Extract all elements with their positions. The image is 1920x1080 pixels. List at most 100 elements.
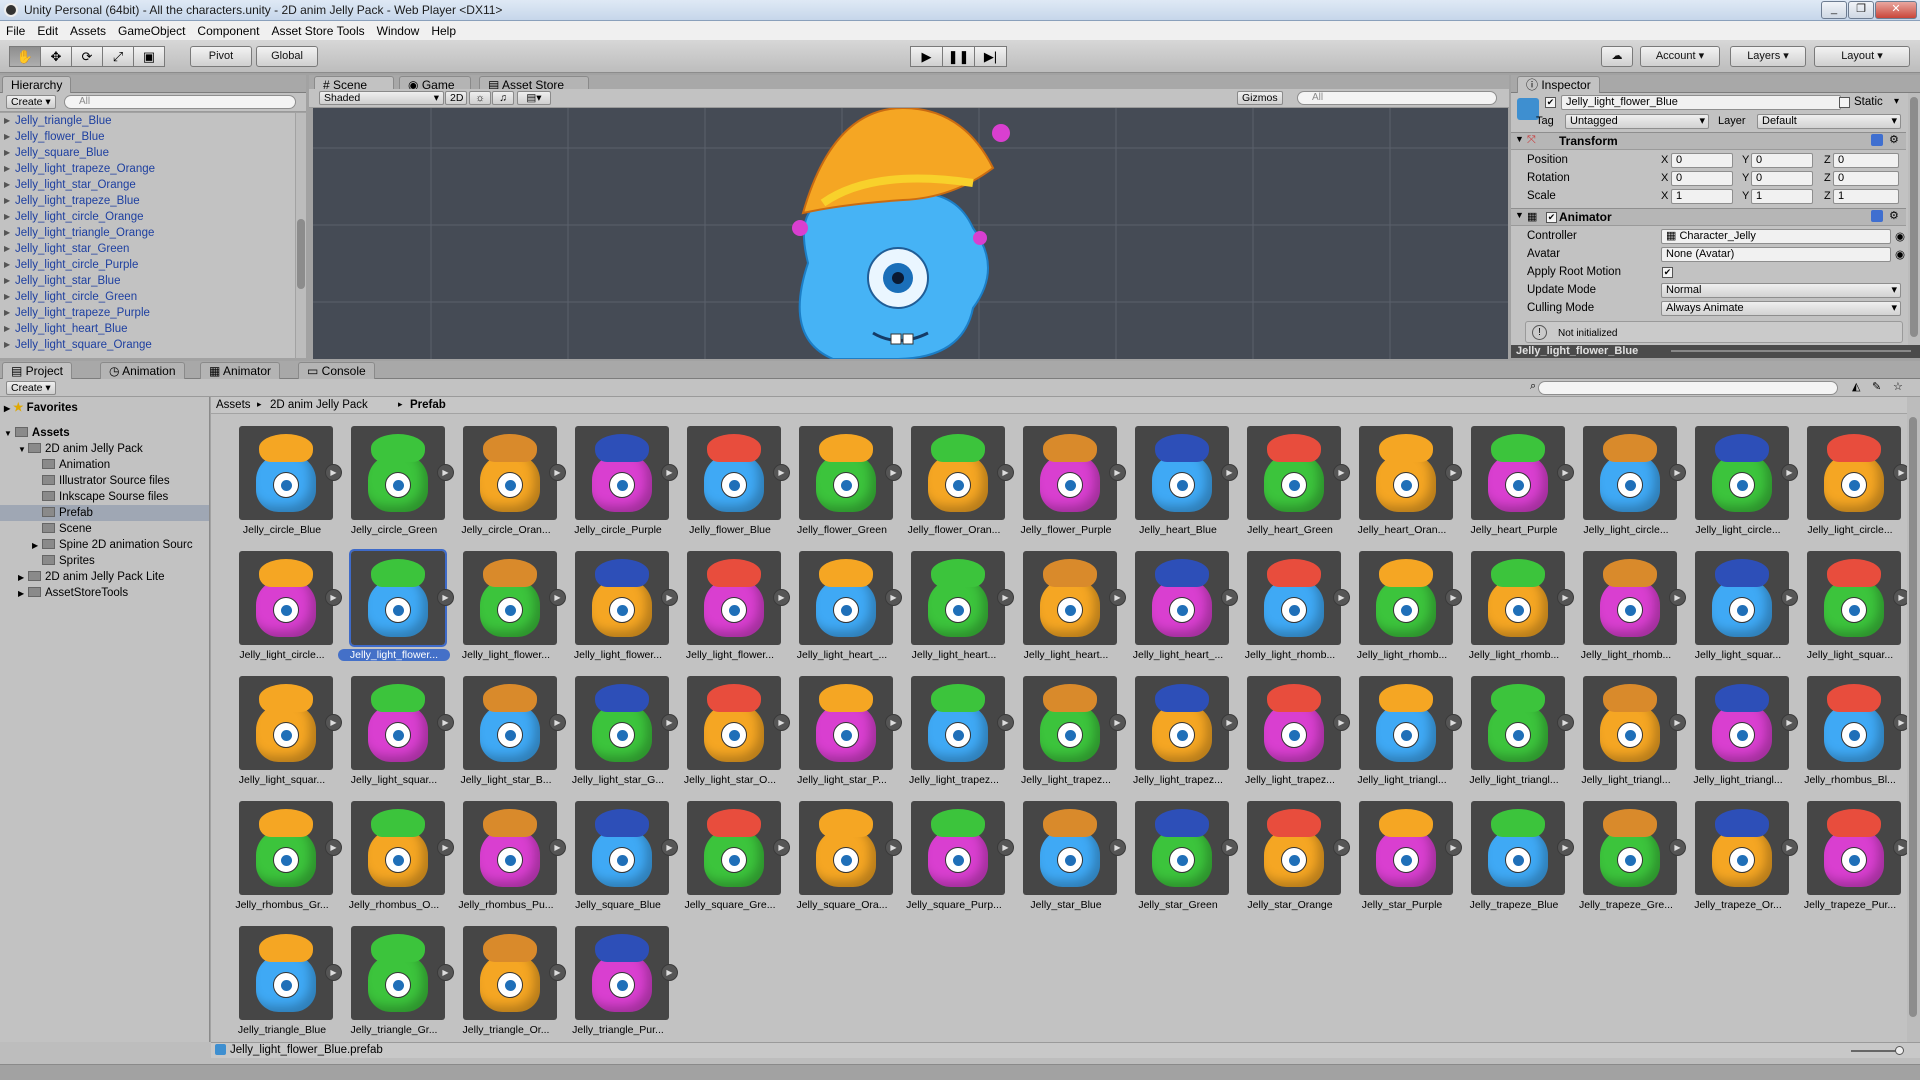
play-icon[interactable]: ▶ bbox=[910, 46, 943, 67]
hierarchy-scrollbar[interactable] bbox=[296, 113, 306, 358]
prefab-thumbnail[interactable] bbox=[463, 676, 557, 770]
prefab-item[interactable]: ▶ Jelly_rhombus_Gr... bbox=[226, 801, 342, 926]
scene-canvas[interactable] bbox=[313, 108, 1508, 359]
expand-icon[interactable]: ▼ bbox=[18, 442, 28, 458]
tab-animator[interactable]: ▦ Animator bbox=[200, 362, 281, 379]
prefab-item[interactable]: ▶ Jelly_light_heart_... bbox=[1122, 551, 1238, 676]
prefab-thumbnail[interactable] bbox=[1359, 676, 1453, 770]
hierarchy-search-input[interactable]: All bbox=[64, 95, 296, 109]
move-tool-icon[interactable]: ✥ bbox=[40, 46, 72, 67]
prefab-item[interactable]: ▶ Jelly_square_Purp... bbox=[898, 801, 1014, 926]
prefab-thumbnail[interactable] bbox=[1135, 426, 1229, 520]
help-icon[interactable] bbox=[1871, 134, 1883, 146]
prefab-item[interactable]: ▶ Jelly_circle_Green bbox=[338, 426, 454, 551]
prefab-item[interactable]: ▶ Jelly_light_heart... bbox=[1010, 551, 1126, 676]
prefab-item[interactable]: ▶ Jelly_light_circle... bbox=[1794, 426, 1907, 551]
folder-illustrator-source-files[interactable]: Illustrator Source files bbox=[0, 473, 209, 489]
expand-icon[interactable]: ▶ bbox=[18, 586, 28, 602]
prefab-item[interactable]: ▶ Jelly_circle_Purple bbox=[562, 426, 678, 551]
prefab-thumbnail[interactable] bbox=[687, 801, 781, 895]
layers-dropdown[interactable]: Layers ▾ bbox=[1730, 46, 1806, 67]
prefab-item[interactable]: ▶ Jelly_light_triangl... bbox=[1682, 676, 1798, 801]
position-z-field[interactable]: 0 bbox=[1833, 153, 1899, 168]
scrollbar-thumb[interactable] bbox=[297, 219, 305, 289]
prefab-item[interactable]: ▶ Jelly_light_triangl... bbox=[1458, 676, 1574, 801]
prefab-thumbnail[interactable] bbox=[1695, 551, 1789, 645]
prefab-thumbnail[interactable] bbox=[1471, 551, 1565, 645]
prefab-thumbnail[interactable] bbox=[1023, 676, 1117, 770]
prefab-thumbnail[interactable] bbox=[239, 426, 333, 520]
prefab-item[interactable]: ▶ Jelly_light_flower... bbox=[450, 551, 566, 676]
culling-mode-dropdown[interactable]: Always Animate ▾ bbox=[1661, 301, 1901, 316]
prefab-thumbnail[interactable] bbox=[463, 551, 557, 645]
expand-prefab-icon[interactable]: ▶ bbox=[1893, 464, 1907, 481]
rotation-x-field[interactable]: 0 bbox=[1671, 171, 1733, 186]
hierarchy-item[interactable]: Jelly_light_star_Green bbox=[0, 241, 295, 257]
hierarchy-item[interactable]: Jelly_light_heart_Blue bbox=[0, 321, 295, 337]
shading-dropdown[interactable]: Shaded ▾ bbox=[319, 91, 444, 105]
prefab-thumbnail[interactable] bbox=[1135, 676, 1229, 770]
prefab-thumbnail[interactable] bbox=[1023, 426, 1117, 520]
breadcrumb-jelly-pack[interactable]: 2D anim Jelly Pack bbox=[270, 399, 368, 411]
prefab-thumbnail[interactable] bbox=[351, 676, 445, 770]
prefab-item[interactable]: ▶ Jelly_light_circle... bbox=[1682, 426, 1798, 551]
layout-dropdown[interactable]: Layout ▾ bbox=[1814, 46, 1910, 67]
hierarchy-item[interactable]: Jelly_light_triangle_Orange bbox=[0, 225, 295, 241]
prefab-item[interactable]: ▶ Jelly_rhombus_Pu... bbox=[450, 801, 566, 926]
inspector-scrollbar[interactable] bbox=[1908, 93, 1920, 347]
prefab-thumbnail[interactable] bbox=[911, 551, 1005, 645]
prefab-thumbnail[interactable] bbox=[575, 926, 669, 1020]
thumbnail-size-slider[interactable] bbox=[1851, 1050, 1901, 1052]
root-motion-checkbox[interactable]: ✔ bbox=[1662, 267, 1673, 278]
scene-view[interactable] bbox=[313, 108, 1508, 359]
scrollbar-thumb[interactable] bbox=[1910, 97, 1918, 337]
object-picker-icon[interactable]: ◉ bbox=[1895, 229, 1905, 243]
tab-animation[interactable]: ◷ Animation bbox=[100, 362, 185, 379]
prefab-item[interactable]: ▶ Jelly_circle_Blue bbox=[226, 426, 342, 551]
prefab-thumbnail[interactable] bbox=[351, 801, 445, 895]
cloud-icon[interactable]: ☁ bbox=[1601, 46, 1633, 67]
prefab-item[interactable]: ▶ Jelly_light_star_O... bbox=[674, 676, 790, 801]
prefab-thumbnail[interactable] bbox=[463, 926, 557, 1020]
folder-spine-2d-animation-sourc[interactable]: ▶ Spine 2D animation Sourc bbox=[0, 537, 209, 553]
favorites-node[interactable]: ▶ ★ Favorites bbox=[0, 400, 209, 416]
rotation-y-field[interactable]: 0 bbox=[1751, 171, 1813, 186]
folder-2d-anim-jelly-pack[interactable]: ▼ 2D anim Jelly Pack bbox=[0, 441, 209, 457]
prefab-thumbnail[interactable] bbox=[1359, 426, 1453, 520]
gizmos-dropdown[interactable]: Gizmos ▾ bbox=[1237, 91, 1283, 117]
prefab-item[interactable]: ▶ Jelly_light_trapez... bbox=[1234, 676, 1350, 801]
prefab-item[interactable]: ▶ Jelly_light_rhomb... bbox=[1346, 551, 1462, 676]
prefab-item[interactable]: ▶ Jelly_light_circle... bbox=[226, 551, 342, 676]
menu-asset-store-tools[interactable]: Asset Store Tools bbox=[265, 21, 370, 39]
tab-console[interactable]: ▭ Console bbox=[298, 362, 375, 379]
prefab-thumbnail[interactable] bbox=[1247, 801, 1341, 895]
prefab-item[interactable]: ▶ Jelly_circle_Oran... bbox=[450, 426, 566, 551]
prefab-item[interactable]: ▶ Jelly_light_heart_... bbox=[786, 551, 902, 676]
prefab-thumbnail[interactable] bbox=[1807, 551, 1901, 645]
project-create-button[interactable]: Create ▾ bbox=[6, 381, 56, 395]
component-settings-icon[interactable]: ⚙ bbox=[1889, 133, 1899, 146]
prefab-item[interactable]: ▶ Jelly_star_Blue bbox=[1010, 801, 1126, 926]
expand-prefab-icon[interactable]: ▶ bbox=[661, 964, 678, 981]
prefab-thumbnail[interactable] bbox=[239, 926, 333, 1020]
hierarchy-item[interactable]: Jelly_light_star_Blue bbox=[0, 273, 295, 289]
prefab-thumbnail[interactable] bbox=[1023, 551, 1117, 645]
hierarchy-item[interactable]: Jelly_square_Blue bbox=[0, 145, 295, 161]
prefab-thumbnail[interactable] bbox=[1247, 676, 1341, 770]
scene-search-input[interactable]: All bbox=[1297, 91, 1497, 105]
prefab-thumbnail[interactable] bbox=[1695, 426, 1789, 520]
prefab-item[interactable]: ▶ Jelly_light_triangl... bbox=[1346, 676, 1462, 801]
prefab-item[interactable]: ▶ Jelly_light_rhomb... bbox=[1570, 551, 1686, 676]
prefab-thumbnail[interactable] bbox=[349, 549, 447, 647]
prefab-item[interactable]: ▶ Jelly_light_trapez... bbox=[898, 676, 1014, 801]
prefab-item[interactable]: ▶ Jelly_light_star_G... bbox=[562, 676, 678, 801]
prefab-thumbnail[interactable] bbox=[1023, 801, 1117, 895]
prefab-thumbnail[interactable] bbox=[1359, 801, 1453, 895]
static-checkbox[interactable] bbox=[1839, 97, 1850, 108]
prefab-thumbnail[interactable] bbox=[1583, 551, 1677, 645]
animator-header[interactable]: ▼ ▦ ✔ Animator ⚙ bbox=[1511, 208, 1906, 226]
hierarchy-item[interactable]: Jelly_light_star_Orange bbox=[0, 177, 295, 193]
prefab-item[interactable]: ▶ Jelly_trapeze_Blue bbox=[1458, 801, 1574, 926]
minimize-button[interactable]: _ bbox=[1821, 1, 1847, 19]
prefab-thumbnail[interactable] bbox=[351, 426, 445, 520]
